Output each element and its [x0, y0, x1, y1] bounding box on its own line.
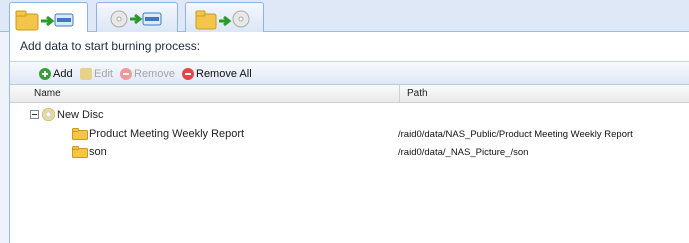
edit-button-label: Edit: [94, 68, 113, 80]
remove-all-button[interactable]: Remove All: [182, 66, 252, 82]
edit-button[interactable]: Edit: [80, 66, 113, 82]
panel-title: Add data to start burning process:: [20, 39, 201, 53]
burn-window: Add data to start burning process: Add E…: [0, 0, 689, 243]
grid-header: Name Path: [10, 85, 689, 103]
folder-to-disc-icon: [195, 10, 250, 30]
folder-icon: [72, 146, 88, 158]
tab-strip: [0, 0, 689, 33]
row-name: son: [89, 146, 107, 158]
remove-button-label: Remove: [134, 68, 175, 80]
column-divider[interactable]: [399, 85, 400, 103]
collapse-toggle-icon[interactable]: [30, 110, 39, 119]
remove-icon: [120, 68, 132, 80]
table-row[interactable]: son /raid0/data/_NAS_Picture_/son: [10, 144, 689, 161]
table-row[interactable]: Product Meeting Weekly Report /raid0/dat…: [10, 126, 689, 143]
remove-all-button-label: Remove All: [196, 68, 252, 80]
tab-folder-to-disc[interactable]: [185, 2, 264, 32]
row-path: /raid0/data/_NAS_Picture_/son: [398, 147, 529, 158]
folder-icon: [72, 128, 88, 140]
column-header-name[interactable]: Name: [34, 88, 61, 99]
add-icon: [39, 68, 51, 80]
disc-icon: [42, 108, 55, 121]
root-label: New Disc: [57, 109, 104, 121]
row-path: /raid0/data/NAS_Public/Product Meeting W…: [398, 129, 633, 140]
row-name: Product Meeting Weekly Report: [89, 128, 245, 140]
add-button[interactable]: Add: [39, 66, 73, 82]
remove-all-icon: [182, 68, 194, 80]
tab-image-to-disc[interactable]: [96, 2, 178, 32]
column-header-path[interactable]: Path: [407, 88, 428, 99]
tab-folder-to-image[interactable]: [9, 2, 88, 33]
disc-image-to-disc-icon: [110, 10, 162, 28]
remove-button[interactable]: Remove: [120, 66, 175, 82]
tree-root-row[interactable]: New Disc: [10, 107, 689, 124]
add-button-label: Add: [53, 68, 73, 80]
edit-icon: [80, 68, 92, 80]
toolbar: Add Edit Remove Remove All: [10, 61, 689, 85]
burn-panel: Add data to start burning process: Add E…: [9, 32, 689, 243]
folder-to-disc-image-icon: [15, 10, 74, 31]
